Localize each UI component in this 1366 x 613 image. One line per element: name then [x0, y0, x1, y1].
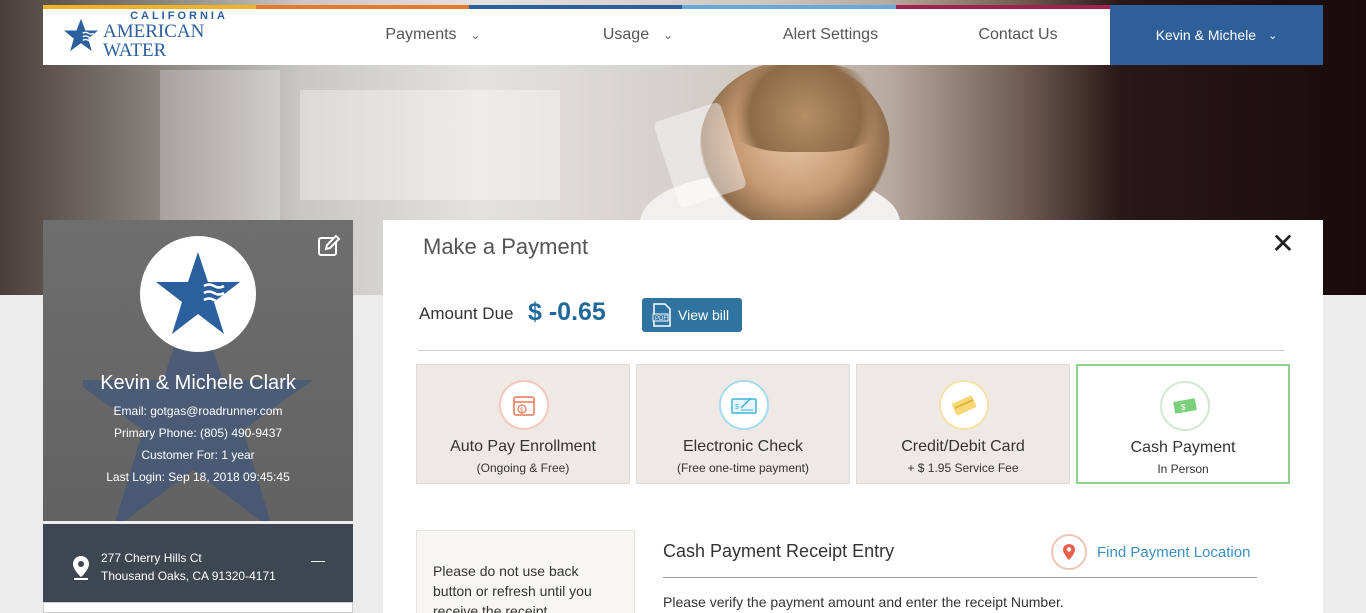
user-menu-label: Kevin & Michele	[1155, 27, 1257, 43]
receipt-entry-title: Cash Payment Receipt Entry	[663, 541, 895, 561]
profile-card: Kevin & Michele Clark Email: gotgas@road…	[43, 220, 353, 521]
svg-text:$: $	[1181, 403, 1186, 412]
option-subtitle: + $ 1.95 Service Fee	[907, 461, 1019, 475]
edit-icon[interactable]	[317, 234, 341, 258]
chevron-down-icon: ⌄	[1268, 29, 1278, 42]
option-credit-debit-card[interactable]: Credit/Debit Card + $ 1.95 Service Fee	[856, 364, 1070, 484]
avatar	[140, 236, 256, 352]
option-subtitle: (Free one-time payment)	[676, 461, 810, 475]
star-logo-icon	[156, 252, 240, 334]
option-electronic-check[interactable]: $ Electronic Check (Free one-time paymen…	[636, 364, 850, 484]
nav-usage-label: Usage	[602, 26, 650, 43]
pdf-icon: PDF	[652, 303, 671, 327]
brand-logo[interactable]: CALIFORNIA AMERICAN WATER	[43, 5, 255, 65]
view-bill-button[interactable]: PDF View bill	[642, 298, 742, 332]
profile-name: Kevin & Michele Clark	[100, 372, 296, 394]
nav-usage[interactable]: Usage ⌄	[573, 5, 703, 65]
amount-due-label: Amount Due	[419, 304, 514, 323]
service-address[interactable]: 277 Cherry Hills Ct Thousand Oaks, CA 91…	[43, 524, 353, 604]
chevron-down-icon: ⌄	[663, 28, 674, 42]
svg-text:PDF: PDF	[655, 316, 667, 322]
nav-payments[interactable]: Payments ⌄	[363, 5, 503, 65]
verify-instructions: Please verify the payment amount and ent…	[663, 594, 1064, 610]
address-line1: 277 Cherry Hills Ct	[101, 551, 202, 565]
find-payment-location-link[interactable]: Find Payment Location	[1051, 534, 1250, 570]
user-menu[interactable]: Kevin & Michele ⌄	[1110, 5, 1323, 65]
back-button-warning: Please do not use back button or refresh…	[416, 530, 635, 613]
option-title: Credit/Debit Card	[901, 438, 1025, 455]
close-button[interactable]: ✕	[1269, 230, 1297, 258]
profile-phone: Primary Phone: (805) 490-9437	[113, 426, 283, 440]
nav-payments-label: Payments	[385, 26, 457, 43]
top-navigation: CALIFORNIA AMERICAN WATER Payments ⌄ Usa…	[43, 5, 1323, 65]
brand-line1: CALIFORNIA	[130, 9, 228, 22]
cash-icon: $	[1160, 381, 1210, 431]
credit-card-icon	[939, 380, 989, 430]
option-cash-payment[interactable]: $ Cash Payment In Person	[1076, 364, 1290, 484]
nav-contact-us-label: Contact Us	[978, 26, 1058, 43]
star-logo-icon	[63, 18, 99, 52]
option-title: Electronic Check	[682, 438, 804, 455]
option-subtitle: (Ongoing & Free)	[476, 461, 570, 475]
nav-contact-us[interactable]: Contact Us	[953, 5, 1083, 65]
divider	[663, 577, 1257, 578]
option-subtitle: In Person	[1157, 462, 1209, 476]
view-bill-label: View bill	[678, 307, 730, 323]
nav-alert-settings[interactable]: Alert Settings	[763, 5, 898, 65]
location-pin-icon	[73, 556, 89, 580]
profile-customer-for: Customer For: 1 year	[141, 448, 255, 462]
profile-email: Email: gotgas@roadrunner.com	[113, 404, 283, 418]
account-dropdown-edge	[43, 602, 353, 613]
amount-due-value: $ -0.65	[528, 298, 606, 326]
profile-last-login: Last Login: Sep 18, 2018 09:45:45	[106, 470, 290, 484]
find-payment-location-label: Find Payment Location	[1097, 543, 1251, 561]
check-icon: $	[719, 380, 769, 430]
brand-line2: AMERICAN WATER	[102, 20, 205, 61]
address-line2: Thousand Oaks, CA 91320-4171	[101, 569, 276, 583]
option-title: Cash Payment	[1130, 439, 1236, 456]
svg-text:$: $	[735, 404, 739, 411]
page-title: Make a Payment	[423, 234, 589, 259]
payment-panel: Make a Payment ✕ Amount Due $ -0.65 PDF …	[383, 220, 1323, 613]
collapse-toggle[interactable]: —	[311, 552, 325, 568]
divider	[418, 350, 1284, 351]
option-title: Auto Pay Enrollment	[450, 438, 596, 455]
calendar-dollar-icon: $	[499, 380, 549, 430]
chevron-down-icon: ⌄	[470, 28, 481, 42]
nav-alert-settings-label: Alert Settings	[782, 26, 879, 43]
location-pin-icon	[1051, 534, 1087, 570]
option-auto-pay[interactable]: $ Auto Pay Enrollment (Ongoing & Free)	[416, 364, 630, 484]
